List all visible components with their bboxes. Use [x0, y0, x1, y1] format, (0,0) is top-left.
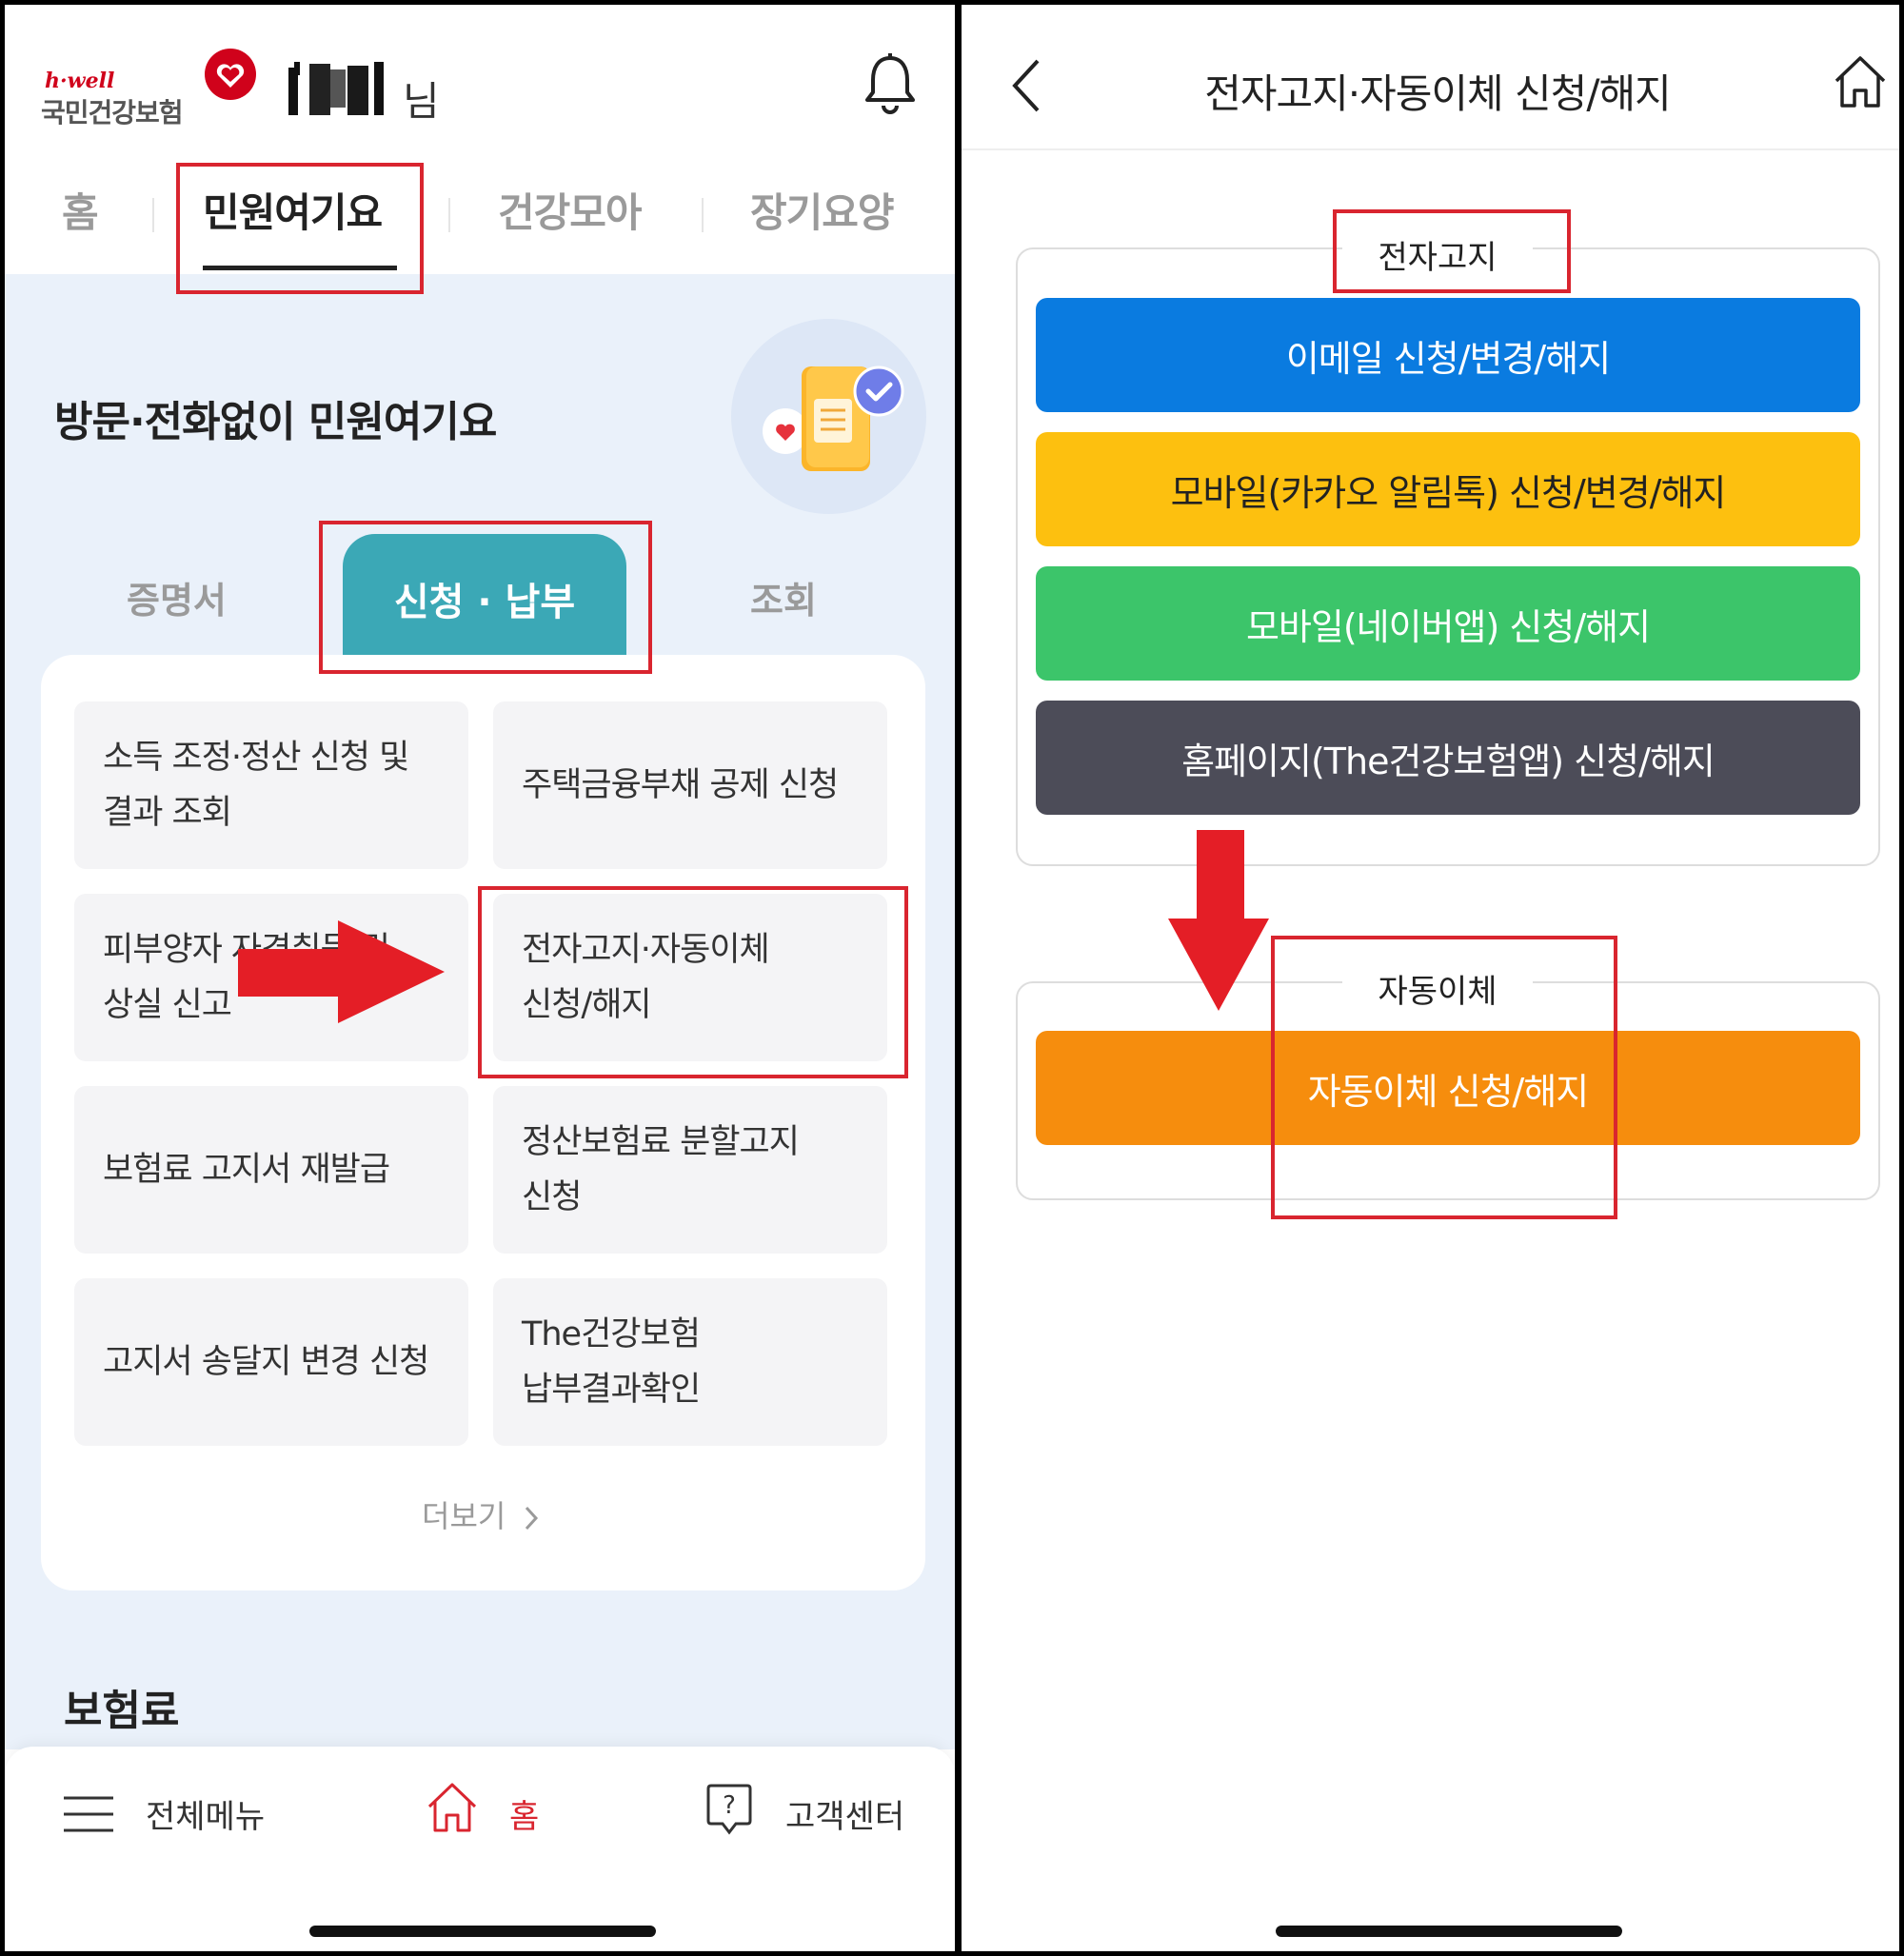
more-label: 더보기 [422, 1498, 506, 1534]
subtab-certificate[interactable]: 증명서 [127, 571, 227, 623]
nav-all-menu[interactable]: 전체메뉴 [146, 1790, 265, 1837]
tile-payment-result[interactable]: The건강보험납부결과확인 [493, 1278, 887, 1446]
tile-label-line2: 결과 조회 [103, 794, 232, 832]
tile-delivery-address-change[interactable]: 고지서 송달지 변경 신청 [74, 1278, 468, 1446]
logo-name: 국민건강보험 [41, 97, 184, 128]
nav-customer-center[interactable]: 고객센터 [785, 1790, 904, 1837]
tile-label-line1: 보험료 고지서 재발급 [103, 1151, 390, 1189]
annotation-box-tab [176, 163, 424, 294]
tile-label-line1: The건강보험 [522, 1315, 701, 1353]
tile-label-line1: 주택금융부채 공제 신청 [522, 766, 839, 804]
tile-housing-debt-deduction[interactable]: 주택금융부채 공제 신청 [493, 701, 887, 869]
bell-icon[interactable] [862, 52, 919, 119]
tile-label-line2: 신청 [522, 1178, 582, 1216]
kakao-notice-button[interactable]: 모바일(카카오 알림톡) 신청/변경/해지 [1036, 432, 1860, 546]
tab-home[interactable]: 홈 [62, 181, 99, 239]
annotation-box-subtab [319, 521, 652, 674]
more-link[interactable]: 더보기 [422, 1492, 541, 1536]
tile-income-adjustment[interactable]: 소득 조정·정산 신청 및결과 조회 [74, 701, 468, 869]
home-icon[interactable] [1833, 54, 1888, 109]
tile-reissue-notice[interactable]: 보험료 고지서 재발급 [74, 1086, 468, 1254]
page-title: 전자고지·자동이체 신청/해지 [1204, 70, 1672, 117]
annotation-arrow-down-icon [1168, 830, 1269, 1011]
tile-label-line1: 고지서 송달지 변경 신청 [103, 1343, 429, 1381]
left-screen: h·well 국민건강보험 님 홈 민원여기요 건강모아 장기요양 방문·전화없… [5, 5, 955, 1951]
heart-logo-icon [205, 49, 256, 100]
email-notice-button[interactable]: 이메일 신청/변경/해지 [1036, 298, 1860, 412]
logo-brand-small: h·well [45, 69, 115, 93]
annotation-arrow-right-icon [238, 920, 445, 1023]
annotation-box-auto-transfer [1271, 936, 1617, 1219]
tab-divider [702, 198, 704, 232]
user-name-suffix: 님 [403, 78, 440, 125]
tab-health-collection[interactable]: 건강모아 [498, 181, 643, 239]
header-divider [962, 148, 1899, 150]
nhis-logo[interactable]: h·well 국민건강보험 [33, 48, 262, 133]
hero-title: 방문·전화없이 민원여기요 [54, 398, 497, 446]
nav-home[interactable]: 홈 [509, 1790, 539, 1837]
annotation-box-e-notice [1333, 209, 1571, 293]
tab-divider [448, 198, 450, 232]
tile-label-line2: 납부결과확인 [522, 1371, 701, 1409]
naver-notice-button[interactable]: 모바일(네이버앱) 신청/해지 [1036, 566, 1860, 681]
document-check-illustration-icon [763, 366, 904, 471]
tile-label-line1: 소득 조정·정산 신청 및 [103, 739, 409, 777]
annotation-box-tile [478, 886, 908, 1078]
tile-label-line1: 정산보험료 분할고지 [522, 1123, 800, 1161]
tile-label-line2: 상실 신고 [103, 986, 232, 1024]
svg-text:?: ? [723, 1791, 736, 1820]
redacted-username [288, 62, 384, 115]
subtab-inquiry[interactable]: 조회 [750, 571, 817, 623]
home-indicator [309, 1926, 656, 1937]
home-icon[interactable] [426, 1781, 479, 1834]
section-title-premium: 보험료 [64, 1687, 180, 1735]
chevron-right-icon [525, 1506, 538, 1531]
tab-divider [152, 198, 154, 232]
customer-center-help-icon[interactable]: ? [705, 1783, 753, 1836]
home-indicator [1276, 1926, 1622, 1937]
homepage-notice-button[interactable]: 홈페이지(The건강보험앱) 신청/해지 [1036, 701, 1860, 815]
bottom-navigation [5, 1747, 955, 1951]
tab-long-term-care[interactable]: 장기요양 [750, 181, 895, 239]
right-screen: 전자고지·자동이체 신청/해지 전자고지 이메일 신청/변경/해지 모바일(카카… [962, 5, 1899, 1951]
hamburger-menu-icon[interactable] [62, 1792, 115, 1836]
tile-installment-notice[interactable]: 정산보험료 분할고지신청 [493, 1086, 887, 1254]
